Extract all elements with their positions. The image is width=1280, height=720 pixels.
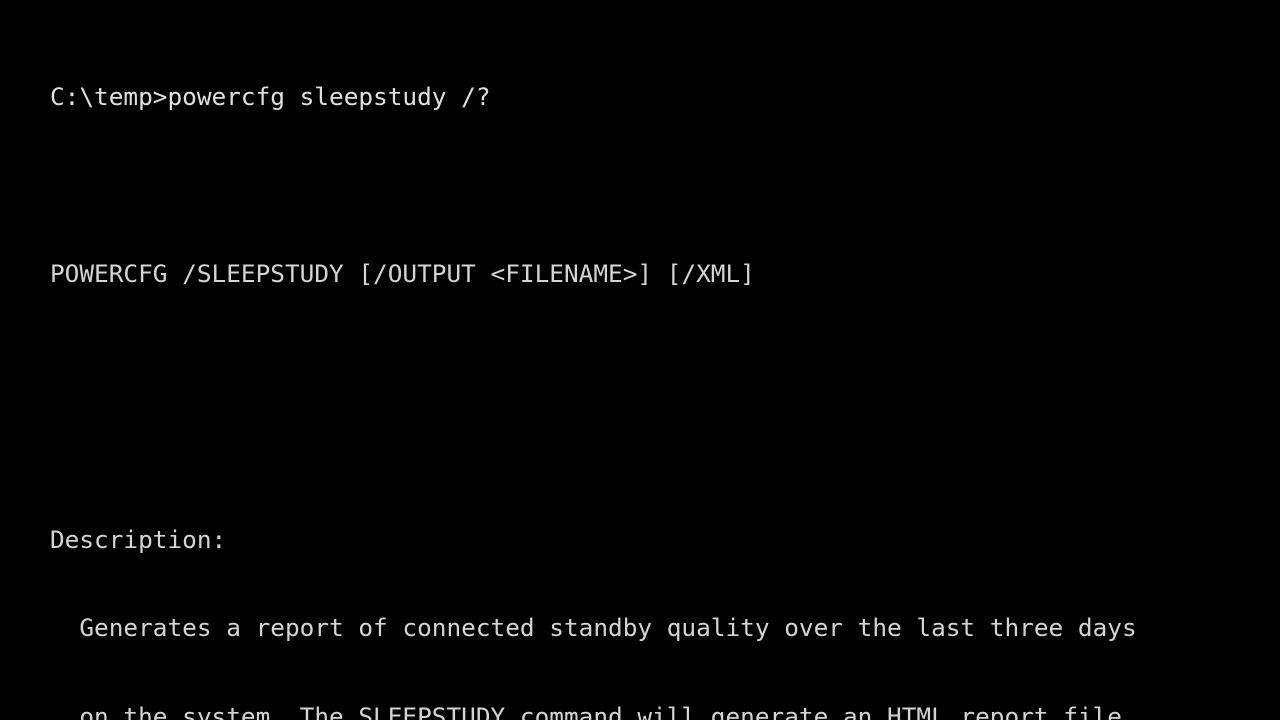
console-line-description-2: on the system. The SLEEPSTUDY command wi… — [50, 701, 1122, 720]
console-line-usage: POWERCFG /SLEEPSTUDY [/OUTPUT <FILENAME>… — [50, 259, 755, 288]
console-output-text: C:\temp>powercfg sleepstudy /? POWERCFG … — [50, 23, 1280, 720]
console-line-description-1: Generates a report of connected standby … — [50, 613, 1137, 642]
console-line-description-heading: Description: — [50, 524, 227, 554]
console-line-command-prompt: C:\temp>powercfg sleepstudy /? — [50, 82, 491, 111]
command-prompt-window[interactable]: C:\temp>powercfg sleepstudy /? POWERCFG … — [0, 0, 1280, 720]
